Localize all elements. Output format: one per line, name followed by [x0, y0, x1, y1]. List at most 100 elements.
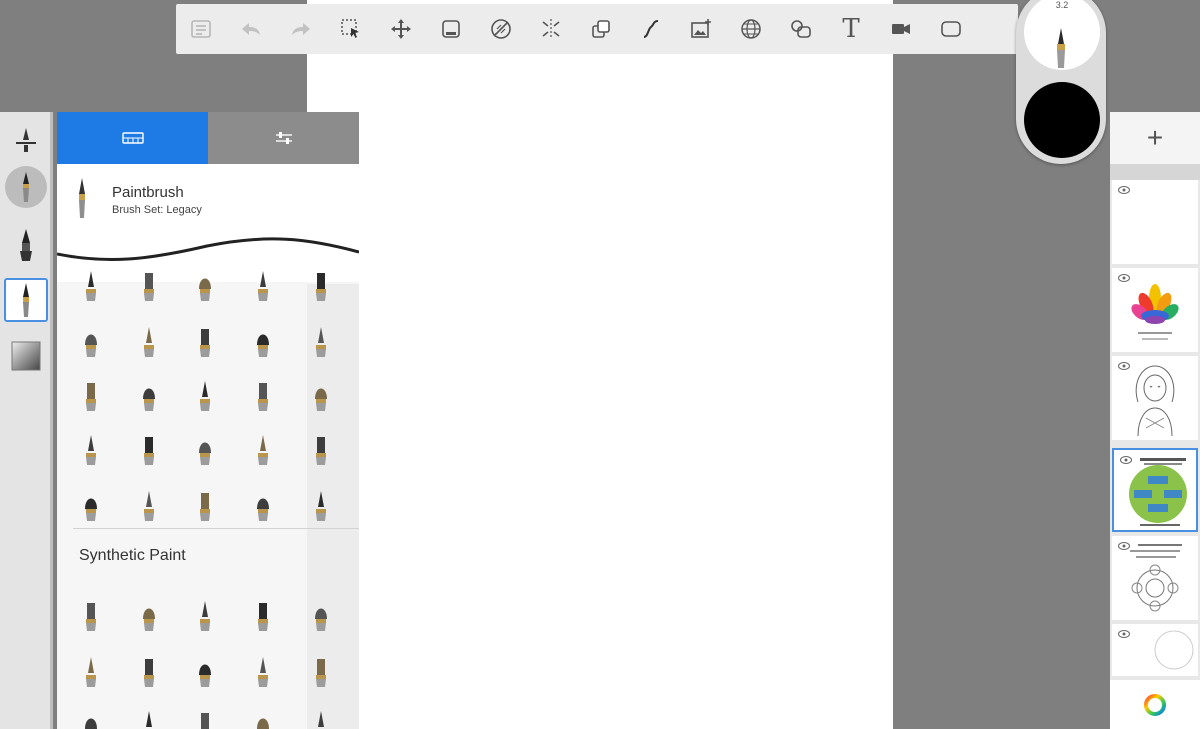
brush-preset[interactable] [297, 316, 345, 364]
brush-preset[interactable] [67, 316, 115, 364]
brush-preset[interactable] [125, 480, 173, 528]
brush-preset[interactable] [297, 646, 345, 694]
brush-preset-icon [143, 608, 155, 631]
tab-brush-properties[interactable] [208, 112, 359, 164]
paintbrush-icon [23, 172, 29, 202]
pen-brush-button[interactable] [4, 224, 48, 268]
curve-button[interactable] [626, 4, 676, 54]
brush-preset[interactable] [239, 480, 287, 528]
brush-preset[interactable] [125, 590, 173, 638]
brush-preset[interactable] [239, 316, 287, 364]
current-brush-button[interactable] [5, 166, 47, 208]
time-lapse-button[interactable] [876, 4, 926, 54]
fullscreen-button[interactable] [926, 4, 976, 54]
brush-preset[interactable] [125, 370, 173, 418]
brush-preset[interactable] [125, 700, 173, 729]
layer-thumbnail[interactable] [1112, 356, 1198, 440]
brush-preset[interactable] [297, 700, 345, 729]
lagoon-button[interactable] [176, 4, 226, 54]
color-editor-button[interactable] [1110, 680, 1200, 729]
crop-button[interactable] [426, 4, 476, 54]
brush-preset[interactable] [125, 316, 173, 364]
add-layer-button[interactable]: + [1110, 112, 1200, 164]
brush-preset[interactable] [239, 700, 287, 729]
gradient-button[interactable] [4, 334, 48, 378]
brush-preset[interactable] [297, 424, 345, 472]
brush-library-panel: Paintbrush Brush Set: Legacy Synthetic P… [57, 112, 359, 729]
layer-thumbnail[interactable] [1112, 180, 1198, 264]
brush-preset-icon [258, 603, 268, 631]
transform-button[interactable] [376, 4, 426, 54]
brush-preset[interactable] [67, 370, 115, 418]
stamp-button[interactable] [776, 4, 826, 54]
crop-icon [442, 20, 460, 38]
layer-thumbnail-selected[interactable] [1112, 448, 1198, 532]
brush-preset[interactable] [125, 260, 173, 308]
brush-preset[interactable] [297, 260, 345, 308]
brush-preset[interactable] [67, 480, 115, 528]
brush-name: Paintbrush [112, 184, 184, 201]
eye-icon [1118, 274, 1130, 282]
brush-preset-icon [315, 388, 327, 411]
tab-brush-library[interactable] [57, 112, 208, 164]
paintbrush-icon [1052, 28, 1070, 73]
eye-icon [1118, 630, 1130, 638]
brush-preset-icon [200, 381, 210, 411]
selection-button[interactable] [326, 4, 376, 54]
redo-icon [292, 23, 310, 35]
layers-header-gap [1110, 164, 1200, 180]
layer-thumbnail[interactable] [1112, 536, 1198, 620]
drawing-canvas[interactable] [307, 0, 893, 729]
add-image-button[interactable] [676, 4, 726, 54]
text-button[interactable]: T [826, 4, 876, 54]
brush-preset[interactable] [181, 316, 229, 364]
paintbrush-button[interactable] [4, 278, 48, 322]
brush-preset[interactable] [67, 646, 115, 694]
text-icon: T [842, 14, 860, 44]
brush-preset[interactable] [67, 260, 115, 308]
brush-preset[interactable] [239, 590, 287, 638]
brush-preset[interactable] [67, 590, 115, 638]
brush-preset[interactable] [297, 590, 345, 638]
brush-preset[interactable] [239, 370, 287, 418]
brush-settings-button[interactable] [4, 118, 48, 162]
brush-preset[interactable] [181, 260, 229, 308]
brush-preset[interactable] [67, 700, 115, 729]
redo-button[interactable] [276, 4, 326, 54]
brush-preset[interactable] [125, 424, 173, 472]
color-puck[interactable] [1024, 82, 1100, 158]
brush-preset[interactable] [239, 424, 287, 472]
brush-preset[interactable] [125, 646, 173, 694]
eye-icon [1118, 186, 1130, 194]
brush-preset[interactable] [239, 260, 287, 308]
undo-button[interactable] [226, 4, 276, 54]
brush-preset[interactable] [181, 424, 229, 472]
layer-thumbnail[interactable] [1112, 268, 1198, 352]
brush-preset[interactable] [297, 480, 345, 528]
ruler-button[interactable] [476, 4, 526, 54]
brush-preset-icon [258, 435, 268, 465]
brush-preset[interactable] [181, 700, 229, 729]
brush-preset[interactable] [67, 424, 115, 472]
time-lapse-icon [892, 24, 910, 34]
symmetry-icon [542, 19, 560, 39]
pen-icon [20, 229, 32, 261]
brush-preset[interactable] [239, 646, 287, 694]
brush-preset-icon [144, 659, 154, 687]
brush-library-icon [121, 132, 144, 144]
symmetry-button[interactable] [526, 4, 576, 54]
brush-preset-icon [316, 437, 326, 465]
brush-preset[interactable] [181, 480, 229, 528]
brush-preset[interactable] [181, 590, 229, 638]
transform-icon [391, 19, 411, 39]
layer-thumbnail-background[interactable] [1112, 624, 1198, 676]
brush-preset[interactable] [181, 370, 229, 418]
section-title: Synthetic Paint [79, 547, 186, 564]
brush-preset-icon [86, 383, 96, 411]
brush-preset[interactable] [181, 646, 229, 694]
add-image-icon [691, 19, 711, 38]
brush-preset[interactable] [297, 370, 345, 418]
perspective-guide-button[interactable] [726, 4, 776, 54]
fill-button[interactable] [576, 4, 626, 54]
lotus-drawing [1131, 284, 1179, 340]
